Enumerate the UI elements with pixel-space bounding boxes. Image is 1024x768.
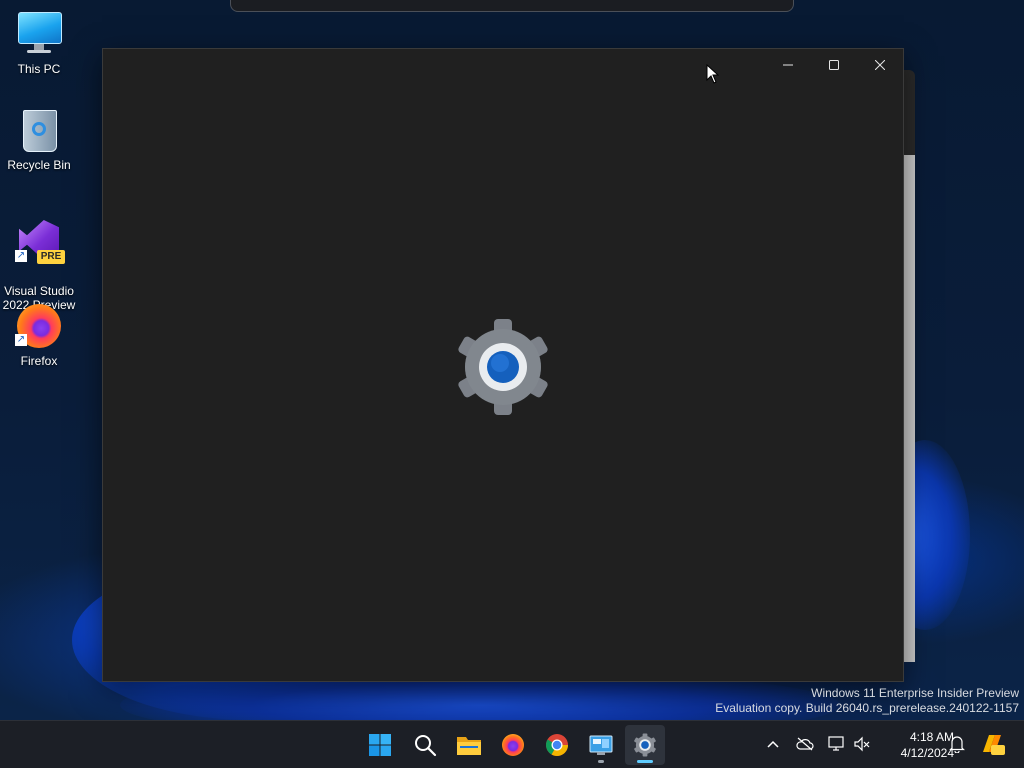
recycle-bin-icon	[15, 106, 63, 154]
clock-time: 4:18 AM	[909, 730, 954, 744]
minimize-icon	[783, 64, 793, 66]
close-icon	[875, 60, 885, 70]
chrome-icon	[546, 734, 568, 756]
volume-muted-icon	[854, 736, 870, 752]
taskbar-firefox[interactable]	[493, 725, 533, 765]
settings-window[interactable]	[102, 48, 904, 682]
watermark-edition: Windows 11 Enterprise Insider Preview	[811, 686, 1019, 700]
show-hidden-icons-button[interactable]	[762, 733, 784, 755]
background-window-scrollbar[interactable]	[903, 155, 915, 662]
settings-icon	[634, 733, 656, 757]
visual-studio-icon: PRE ↗	[15, 218, 65, 266]
this-pc-icon	[15, 10, 63, 58]
maximize-icon	[829, 60, 839, 70]
volume-tray-button[interactable]	[851, 733, 873, 755]
mouse-cursor-icon	[706, 64, 720, 84]
firefox-icon	[502, 734, 524, 756]
chevron-up-icon	[767, 740, 779, 748]
taskbar-clock[interactable]: 4:18 AM 4/12/2024	[872, 729, 954, 761]
shortcut-arrow-icon: ↗	[15, 334, 27, 346]
taskbar: 4:18 AM 4/12/2024	[0, 720, 1024, 768]
search-icon	[415, 735, 437, 757]
taskbar-search-button[interactable]	[405, 725, 445, 765]
taskbar-start-button[interactable]	[360, 725, 400, 765]
taskbar-control-panel[interactable]	[581, 725, 621, 765]
running-indicator	[598, 760, 604, 763]
file-explorer-icon	[457, 737, 481, 755]
desktop-icon-this-pc[interactable]: This PC	[0, 10, 78, 76]
maximize-button[interactable]	[811, 49, 857, 81]
preview-badge: PRE	[37, 250, 65, 264]
copilot-button[interactable]	[978, 731, 1006, 757]
copilot-pre-icon	[983, 735, 1005, 755]
desktop-icon-recycle-bin[interactable]: Recycle Bin	[0, 106, 78, 172]
onedrive-offline-icon	[796, 737, 814, 751]
active-indicator	[637, 760, 653, 763]
minimize-button[interactable]	[765, 49, 811, 81]
settings-gear-icon	[458, 319, 548, 415]
desktop-icon-label: Firefox	[20, 354, 58, 368]
firefox-icon: ↗	[15, 302, 63, 350]
taskbar-chrome[interactable]	[537, 725, 577, 765]
network-icon	[828, 736, 844, 751]
floating-search-box-edge	[230, 0, 794, 12]
close-button[interactable]	[857, 49, 903, 81]
desktop: This PC Recycle Bin PRE ↗ Visual Studio …	[0, 0, 1024, 720]
desktop-icon-label: This PC	[17, 62, 61, 76]
clock-date: 4/12/2024	[900, 746, 954, 760]
onedrive-tray-button[interactable]	[794, 733, 816, 755]
notifications-button[interactable]	[946, 733, 968, 755]
desktop-icon-firefox[interactable]: ↗ Firefox	[0, 302, 78, 368]
desktop-icon-label: Recycle Bin	[7, 158, 71, 172]
taskbar-settings[interactable]	[625, 725, 665, 765]
taskbar-file-explorer[interactable]	[449, 725, 489, 765]
caption-buttons	[765, 49, 903, 81]
evaluation-watermark: Windows 11 Enterprise Insider Preview Ev…	[715, 686, 1019, 716]
windows-start-icon	[369, 734, 391, 756]
network-tray-button[interactable]	[826, 733, 848, 755]
control-panel-icon	[589, 735, 613, 755]
watermark-build: Evaluation copy. Build 26040.rs_prerelea…	[715, 701, 1019, 715]
shortcut-arrow-icon: ↗	[15, 250, 27, 262]
notification-bell-icon	[949, 736, 965, 753]
